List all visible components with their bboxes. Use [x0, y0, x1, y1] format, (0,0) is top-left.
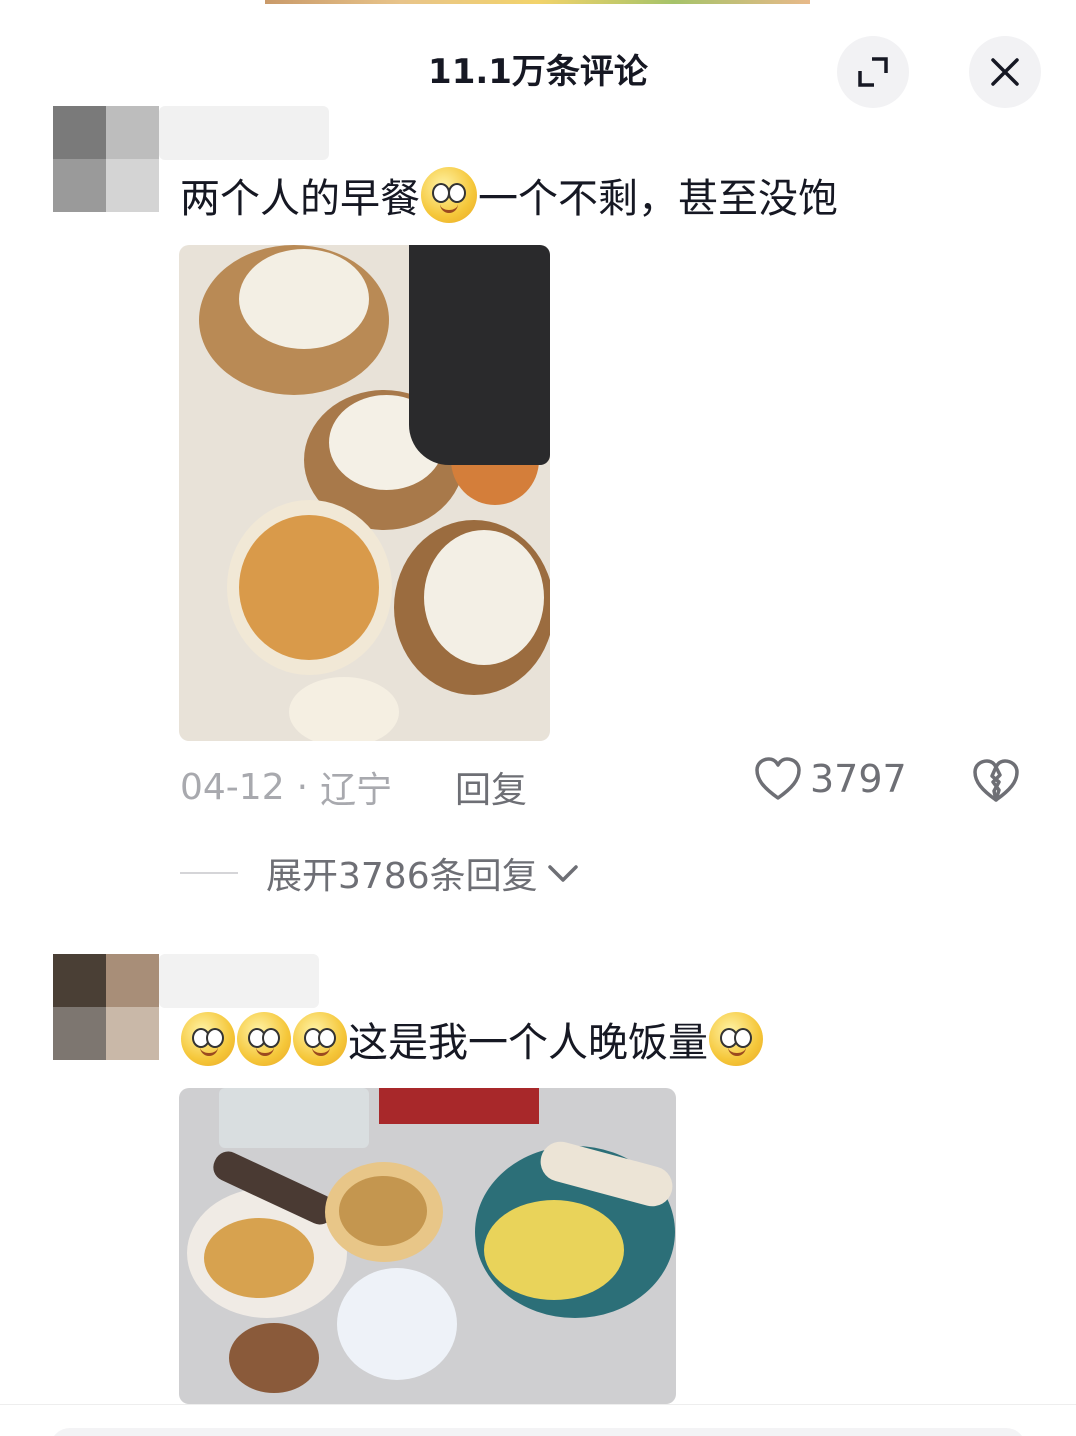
expand-icon: [858, 57, 888, 87]
like-button[interactable]: 3797: [754, 756, 907, 802]
comment-text-part2: 一个不剩，甚至没饱: [478, 176, 838, 222]
comments-sheet: 11.1万条评论 两个人的早餐 一个不剩，甚至没饱 04-12 · 辽宁 回复 …: [0, 4, 1076, 1436]
expand-replies-label: 展开3786条回复: [266, 856, 538, 897]
comment-text: 这是我一个人晚饭量: [180, 1010, 764, 1068]
comments-count-title: 11.1万条评论: [428, 52, 648, 92]
comment-location: 辽宁: [320, 770, 393, 811]
expand-button[interactable]: [837, 36, 909, 108]
close-icon: [991, 58, 1019, 86]
sparkle-smile-emoji-icon: [293, 1012, 347, 1066]
expand-replies-button[interactable]: 展开3786条回复: [180, 847, 580, 899]
divider-line: [180, 872, 238, 874]
like-count: 3797: [810, 757, 907, 801]
heart-icon: [755, 757, 801, 800]
username-blurred[interactable]: [159, 106, 329, 160]
pleading-emoji-icon: [709, 1012, 763, 1066]
username-blurred[interactable]: [159, 954, 319, 1008]
sparkle-smile-emoji-icon: [237, 1012, 291, 1066]
chevron-down-icon: [547, 865, 578, 882]
sparkle-smile-emoji-icon: [181, 1012, 235, 1066]
comment-text-part1: 两个人的早餐: [180, 176, 420, 222]
smile-emoji-icon: [421, 167, 477, 223]
avatar[interactable]: [53, 954, 159, 1060]
reply-button[interactable]: 回复: [455, 761, 527, 813]
comment-photo[interactable]: [179, 1088, 676, 1404]
close-button[interactable]: [969, 36, 1041, 108]
avatar[interactable]: [53, 106, 159, 212]
dislike-button[interactable]: [972, 758, 1020, 808]
comment-photo[interactable]: [179, 245, 550, 741]
comment-meta: 04-12 · 辽宁: [180, 761, 392, 813]
comment-text: 两个人的早餐 一个不剩，甚至没饱: [180, 166, 838, 224]
broken-heart-icon: [973, 759, 1019, 802]
comment-date: 04-12: [180, 766, 285, 808]
meta-separator: ·: [296, 766, 309, 808]
comment-text-main: 这是我一个人晚饭量: [348, 1020, 708, 1066]
comment-input[interactable]: [50, 1428, 1026, 1436]
